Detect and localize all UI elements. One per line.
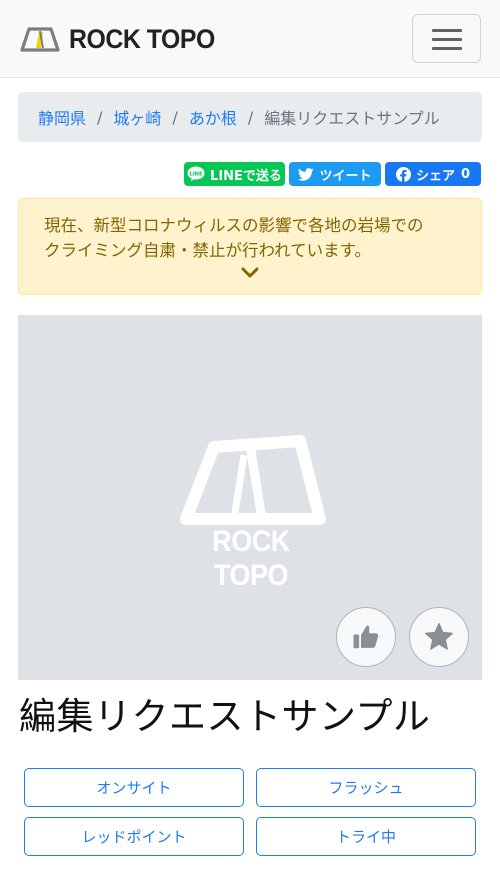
breadcrumb-area[interactable]: 城ヶ崎 <box>113 105 161 129</box>
thumbs-up-icon <box>353 625 379 649</box>
breadcrumb-separator: / <box>247 107 254 127</box>
line-share-label: LINEで送る <box>210 168 282 184</box>
svg-text:LINE: LINE <box>189 171 203 177</box>
redpoint-button[interactable]: レッドポイント <box>24 817 244 856</box>
trying-button[interactable]: トライ中 <box>256 817 476 856</box>
breadcrumb-rock[interactable]: あか根 <box>189 105 237 129</box>
facebook-share-button[interactable]: シェア 0 <box>385 162 481 186</box>
hamburger-menu-icon <box>432 29 462 32</box>
onsight-button[interactable]: オンサイト <box>24 768 244 807</box>
brand-name: ROCK TOPO <box>69 23 215 54</box>
tweet-label: ツイート <box>319 168 372 184</box>
facebook-share-count: 0 <box>460 166 471 182</box>
star-icon <box>425 623 453 650</box>
favorite-button[interactable] <box>409 607 469 667</box>
rock-topo-placeholder-logo-icon <box>180 435 326 525</box>
breadcrumb-prefecture[interactable]: 静岡県 <box>38 105 86 129</box>
line-icon: LINE <box>187 166 205 182</box>
tweet-button[interactable]: ツイート <box>289 162 381 186</box>
notice-line-2: クライミング自粛・禁止が行われています。 <box>44 241 372 260</box>
twitter-bird-icon <box>298 167 315 181</box>
facebook-icon <box>395 166 411 182</box>
problem-photo-placeholder: ROCK TOPO <box>18 315 482 680</box>
breadcrumb: 静岡県 / 城ヶ崎 / あか根 / 編集リクエストサンプル <box>18 92 482 142</box>
chevron-down-icon[interactable] <box>241 267 259 279</box>
hamburger-menu-icon-bar <box>432 38 462 41</box>
hamburger-menu-icon-bar <box>432 47 462 50</box>
hamburger-menu-button[interactable] <box>412 14 481 63</box>
brand-link[interactable]: ROCK TOPO <box>20 20 228 58</box>
breadcrumb-separator: / <box>97 107 103 127</box>
notice-line-1: 現在、新型コロナウィルスの影響で各地の岩場での <box>44 216 424 235</box>
line-share-button[interactable]: LINE LINEで送る <box>184 162 285 186</box>
navbar: ROCK TOPO <box>0 0 500 78</box>
breadcrumb-separator: / <box>172 107 178 127</box>
page-title: 編集リクエストサンプル <box>19 695 431 738</box>
flash-button[interactable]: フラッシュ <box>256 768 476 807</box>
rock-topo-logo-icon <box>20 27 60 52</box>
facebook-share-label: シェア <box>415 168 455 184</box>
breadcrumb-current: 編集リクエストサンプル <box>264 109 440 128</box>
like-button[interactable] <box>336 607 396 667</box>
placeholder-logo-text: ROCK TOPO <box>212 525 290 592</box>
covid-notice-alert[interactable]: 現在、新型コロナウィルスの影響で各地の岩場での クライミング自粛・禁止が行われて… <box>18 198 482 295</box>
